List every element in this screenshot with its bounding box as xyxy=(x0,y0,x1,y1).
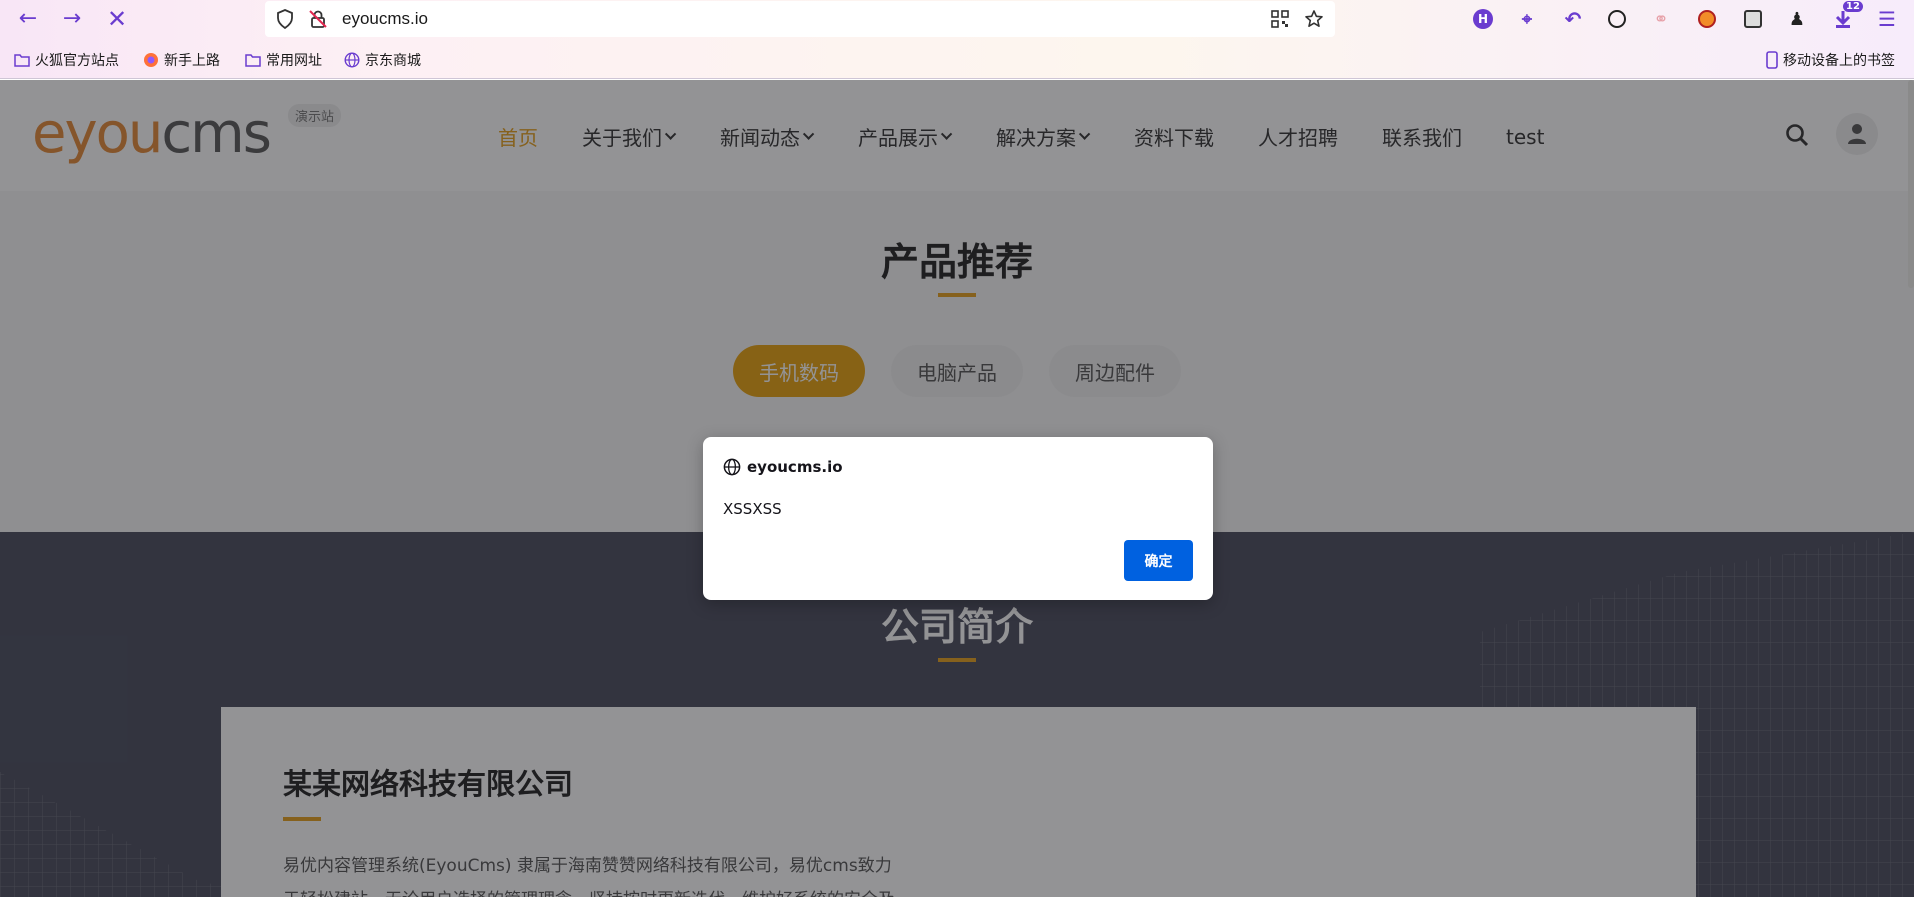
downloads-icon[interactable]: 12 xyxy=(1830,1,1863,32)
folder-icon xyxy=(14,54,30,67)
extension-circle-icon[interactable] xyxy=(1604,6,1630,32)
browser-toolbar: ← → ✕ eyoucms.io H ⌖ ↶ ⚭ ♟ 12 ☰ xyxy=(0,0,1914,39)
bookmarks-bar: 火狐官方站点 新手上路 常用网址 京东商城 移动设备上的书签 xyxy=(0,39,1914,79)
globe-icon xyxy=(723,458,741,476)
folder-icon xyxy=(245,54,261,67)
insecure-lock-icon[interactable] xyxy=(307,8,329,30)
forward-icon[interactable]: → xyxy=(58,6,86,32)
url-text[interactable]: eyoucms.io xyxy=(342,9,428,29)
shield-icon[interactable] xyxy=(274,8,296,30)
ok-button[interactable]: 确定 xyxy=(1124,540,1193,581)
mobile-icon xyxy=(1766,51,1778,69)
dialog-message: XSSXSS xyxy=(723,500,782,518)
extension-panda-icon[interactable] xyxy=(1740,6,1766,32)
download-count-badge: 12 xyxy=(1843,1,1863,12)
dialog-origin: eyoucms.io xyxy=(723,458,843,476)
extension-h-icon[interactable]: H xyxy=(1470,6,1496,32)
page-scrollbar[interactable] xyxy=(1908,80,1914,288)
crop-icon[interactable]: ⌖ xyxy=(1514,6,1540,32)
extension-person-icon[interactable]: ♟ xyxy=(1784,6,1810,32)
extension-block-icon[interactable] xyxy=(1694,6,1720,32)
address-bar[interactable]: eyoucms.io xyxy=(265,1,1335,37)
bookmark-item[interactable]: 火狐官方站点 xyxy=(14,50,119,70)
firefox-icon xyxy=(144,53,158,67)
qr-code-icon[interactable] xyxy=(1269,8,1291,30)
globe-icon xyxy=(344,52,360,68)
undo-icon[interactable]: ↶ xyxy=(1560,6,1586,32)
bookmark-item[interactable]: 新手上路 xyxy=(143,50,220,70)
bookmark-star-icon[interactable] xyxy=(1303,8,1325,30)
mobile-bookmarks[interactable]: 移动设备上的书签 xyxy=(1766,50,1895,70)
extension-link-icon[interactable]: ⚭ xyxy=(1648,6,1674,32)
alert-dialog: eyoucms.io XSSXSS 确定 xyxy=(703,437,1213,600)
back-icon[interactable]: ← xyxy=(14,6,42,32)
stop-icon[interactable]: ✕ xyxy=(103,6,131,32)
bookmark-item[interactable]: 京东商城 xyxy=(344,50,421,70)
menu-icon[interactable]: ☰ xyxy=(1874,6,1900,32)
bookmark-item[interactable]: 常用网址 xyxy=(245,50,322,70)
